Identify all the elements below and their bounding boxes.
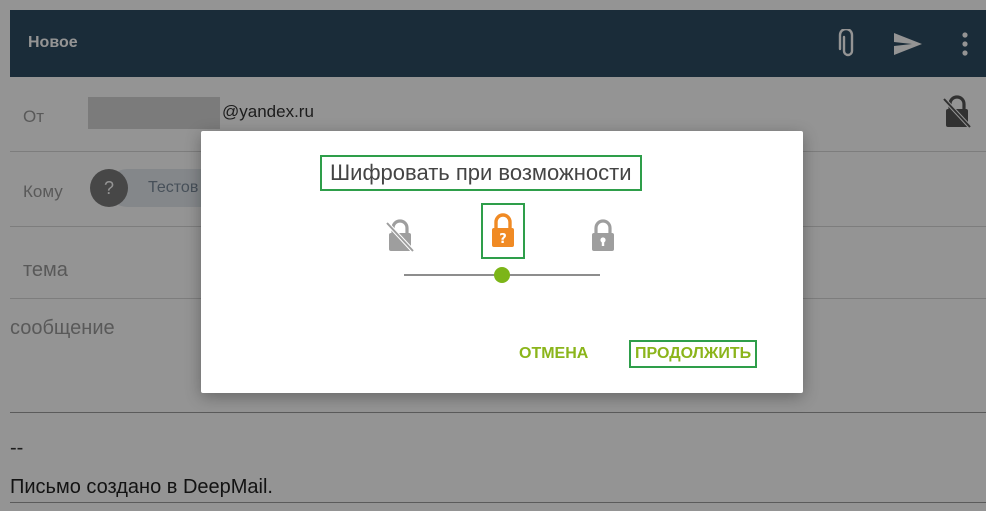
dialog-title: Шифровать при возможности bbox=[330, 160, 632, 185]
lock-off-icon[interactable] bbox=[378, 211, 422, 261]
svg-text:?: ? bbox=[499, 232, 507, 247]
continue-button[interactable]: ПРОДОЛЖИТЬ bbox=[629, 340, 758, 368]
encryption-dialog: Шифровать при возможности ? ОТМЕНА ПРОДО… bbox=[201, 131, 803, 393]
lock-maybe-icon[interactable]: ? bbox=[481, 203, 525, 259]
cancel-button[interactable]: ОТМЕНА bbox=[519, 345, 588, 363]
lock-on-icon[interactable] bbox=[581, 211, 625, 261]
encryption-slider-thumb[interactable] bbox=[494, 267, 510, 283]
dialog-title-highlight: Шифровать при возможности bbox=[320, 155, 642, 191]
